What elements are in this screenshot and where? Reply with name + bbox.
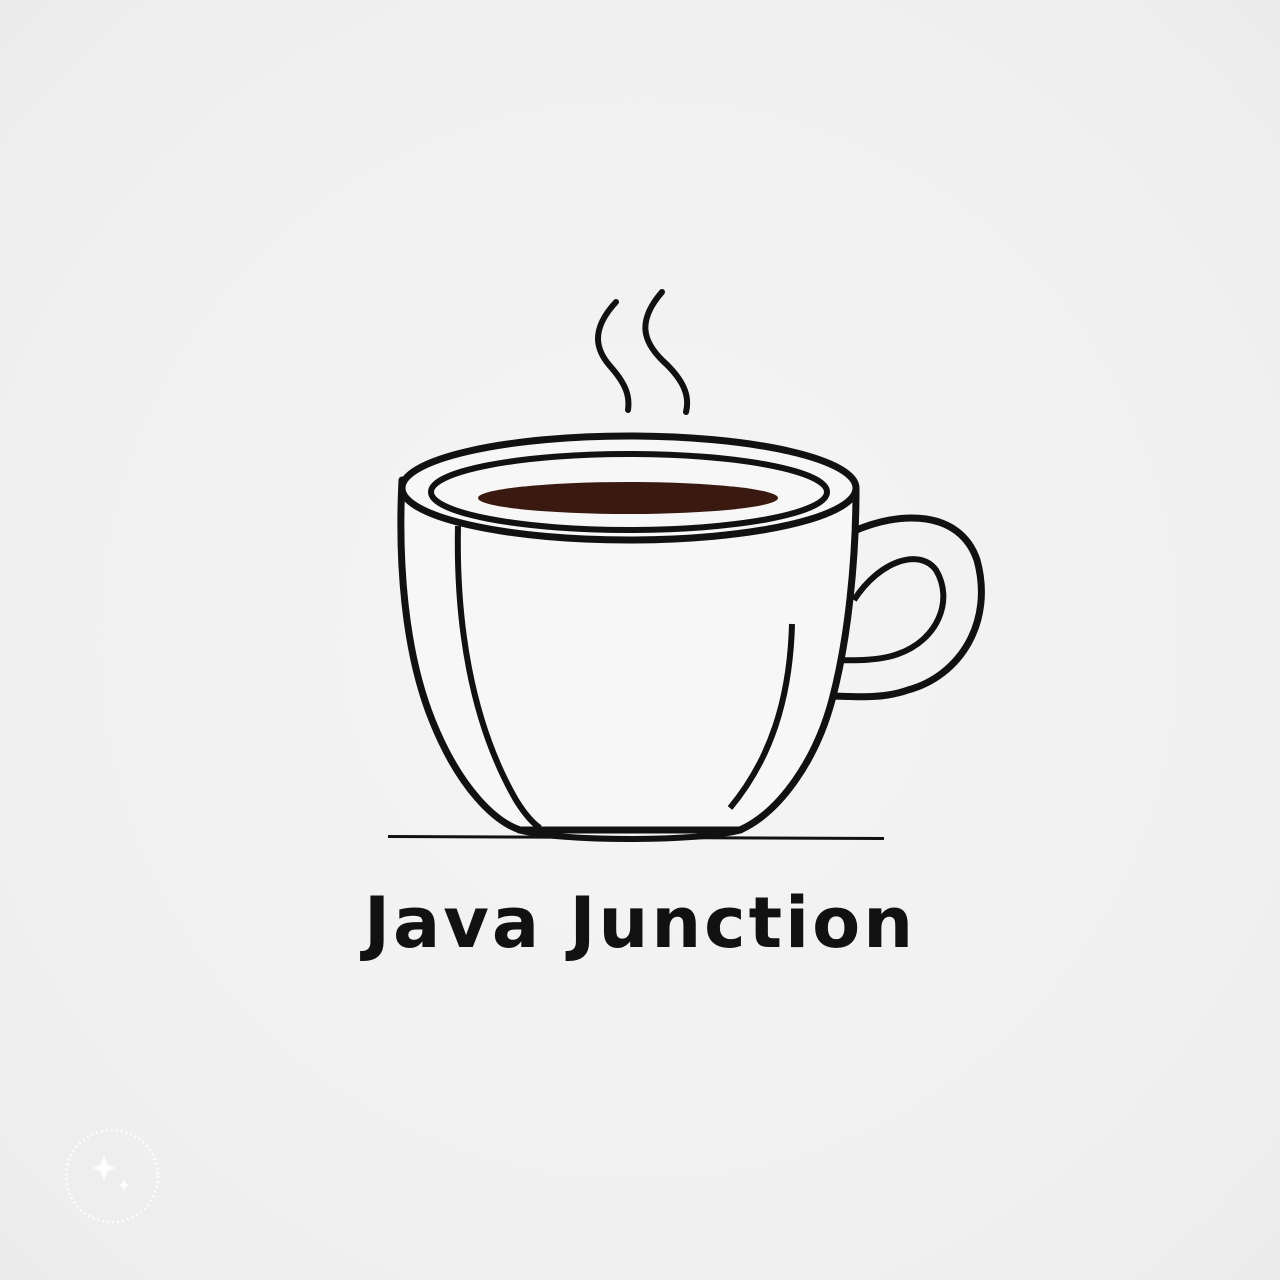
coffee-cup-icon [397, 432, 985, 842]
steam-icon [595, 289, 691, 415]
coffee-cup-logo [388, 289, 985, 842]
coffee-surface [478, 482, 778, 514]
brand-name: Java Junction [363, 882, 917, 964]
steam-wisp-left [595, 299, 632, 413]
steam-wisp-right [642, 289, 691, 415]
sparkle-watermark-icon [64, 1128, 160, 1224]
logo-canvas: Java Junction [0, 0, 1280, 1280]
